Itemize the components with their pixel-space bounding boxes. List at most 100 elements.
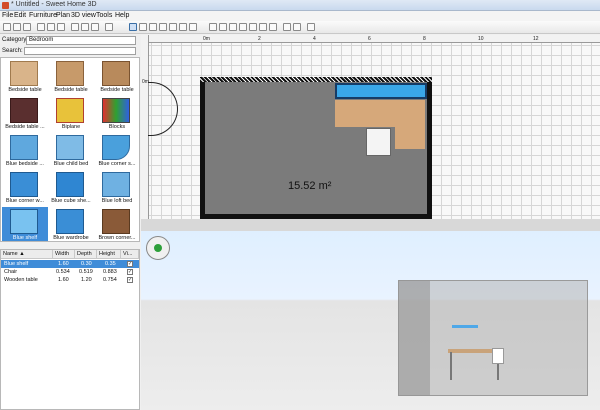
reduce-icon[interactable]	[269, 23, 277, 31]
catalog-item[interactable]: Blue bedside ...	[2, 133, 48, 170]
redo-icon[interactable]	[57, 23, 65, 31]
wooden-table-plan-part[interactable]	[395, 127, 425, 149]
catalog-item[interactable]: Blue cube she...	[48, 170, 94, 207]
column-visible[interactable]: Vi...	[121, 250, 139, 259]
3d-room-side-wall	[398, 280, 430, 396]
menu-edit[interactable]: Edit	[14, 12, 26, 19]
blue-corner-wardrobe-icon	[10, 172, 38, 197]
visible-checkbox[interactable]: ✓	[127, 269, 133, 275]
furniture-catalog: Bedside table Bedside table Bedside tabl…	[0, 57, 140, 242]
catalog-item-selected[interactable]: Blue shelf	[2, 207, 48, 241]
3d-blue-shelf	[452, 325, 478, 328]
catalog-item[interactable]: Bedside table ...	[2, 96, 48, 133]
blocks-icon	[102, 98, 130, 123]
table-row[interactable]: Blue shelf 1.60 0.30 0.35 ✓	[1, 260, 139, 268]
menu-tools[interactable]: Tools	[96, 12, 112, 19]
catalog-item[interactable]: Bedside table	[48, 59, 94, 96]
catalog-item[interactable]: Blue child bed	[48, 133, 94, 170]
navigation-center	[154, 244, 162, 252]
visible-checkbox[interactable]: ✓	[127, 277, 133, 283]
catalog-item[interactable]: Brown corner...	[94, 207, 139, 241]
copy-icon[interactable]	[81, 23, 89, 31]
bedside-table-icon	[10, 98, 38, 123]
delete-icon[interactable]	[105, 23, 113, 31]
catalog-item[interactable]: Blue loft bed	[94, 170, 139, 207]
menu-3dview[interactable]: 3D view	[71, 12, 96, 19]
catalog-item[interactable]: Bedside table	[2, 59, 48, 96]
create-polylines-icon[interactable]	[169, 23, 177, 31]
paste-icon[interactable]	[91, 23, 99, 31]
blue-bedside-icon	[10, 135, 38, 160]
blue-shelf-icon	[10, 209, 38, 234]
chair-plan[interactable]	[366, 128, 391, 156]
brown-corner-icon	[102, 209, 130, 234]
catalog-item[interactable]: Blocks	[94, 96, 139, 133]
furniture-list: Name ▲ Width Depth Height Vi... Blue she…	[0, 249, 140, 410]
enlarge-icon[interactable]	[259, 23, 267, 31]
catalog-item[interactable]: Biplane	[48, 96, 94, 133]
category-label: Category:	[2, 37, 29, 43]
zoom-in-icon[interactable]	[239, 23, 247, 31]
column-name[interactable]: Name ▲	[1, 250, 53, 259]
visible-checkbox[interactable]: ✓	[127, 261, 133, 267]
pan-mode-icon[interactable]	[139, 23, 147, 31]
menu-plan[interactable]: Plan	[56, 12, 70, 19]
menu-help[interactable]: Help	[115, 12, 129, 19]
catalog-item[interactable]: Blue wardrobe	[48, 207, 94, 241]
view-splitter[interactable]	[141, 219, 600, 231]
title-bar: * Untitled - Sweet Home 3D	[0, 0, 600, 11]
select-mode-icon[interactable]	[129, 23, 137, 31]
menu-file[interactable]: File	[2, 12, 13, 19]
category-select[interactable]: Bedroom	[26, 36, 136, 45]
column-height[interactable]: Height	[97, 250, 121, 259]
save-icon[interactable]	[23, 23, 31, 31]
scissors-icon[interactable]	[71, 23, 79, 31]
toolbar	[0, 21, 600, 34]
bedside-table-icon	[102, 61, 130, 86]
open-icon[interactable]	[13, 23, 21, 31]
catalog-item[interactable]: Blue corner s...	[94, 133, 139, 170]
zoom-out-icon[interactable]	[249, 23, 257, 31]
bedside-table-icon	[56, 61, 84, 86]
blue-child-bed-icon	[56, 135, 84, 160]
blue-loft-bed-icon	[102, 172, 130, 197]
window-title: * Untitled - Sweet Home 3D	[11, 1, 97, 8]
menu-bar: File Edit Furniture Plan 3D view Tools H…	[0, 11, 600, 21]
search-input[interactable]	[24, 47, 136, 55]
italic-icon[interactable]	[229, 23, 237, 31]
blue-shelf-plan[interactable]	[335, 83, 427, 99]
create-video-icon[interactable]	[293, 23, 301, 31]
bold-icon[interactable]	[219, 23, 227, 31]
table-row[interactable]: Chair 0.534 0.519 0.883 ✓	[1, 268, 139, 276]
wooden-table-plan[interactable]	[335, 100, 425, 127]
3d-table-leg	[450, 352, 452, 380]
menu-furniture[interactable]: Furniture	[29, 12, 57, 19]
blue-corner-shelf-icon	[102, 135, 130, 160]
category-row: Category: Bedroom	[0, 35, 140, 46]
navigation-arrows-icon[interactable]	[146, 236, 170, 260]
create-walls-icon[interactable]	[149, 23, 157, 31]
create-rooms-icon[interactable]	[159, 23, 167, 31]
blue-wardrobe-icon	[56, 209, 84, 234]
create-dimensions-icon[interactable]	[179, 23, 187, 31]
3d-chair	[492, 348, 504, 364]
room-area-label: 15.52 m²	[288, 180, 332, 192]
cut-icon[interactable]	[37, 23, 45, 31]
blue-cube-shelf-icon	[56, 172, 84, 197]
new-icon[interactable]	[3, 23, 11, 31]
catalog-item[interactable]: Blue corner w...	[2, 170, 48, 207]
biplane-icon	[56, 98, 84, 123]
text-style-icon[interactable]	[209, 23, 217, 31]
help-icon[interactable]	[307, 23, 315, 31]
undo-icon[interactable]	[47, 23, 55, 31]
column-depth[interactable]: Depth	[75, 250, 97, 259]
search-row: Search:	[0, 46, 140, 56]
wall[interactable]	[200, 77, 432, 82]
column-width[interactable]: Width	[53, 250, 75, 259]
table-row[interactable]: Wooden table 1.60 1.20 0.754 ✓	[1, 276, 139, 284]
top-ruler: 0m 2 4 6 8 10 12	[141, 35, 600, 43]
bedside-table-icon	[10, 61, 38, 86]
create-photo-icon[interactable]	[283, 23, 291, 31]
catalog-item[interactable]: Bedside table	[94, 59, 139, 96]
add-text-icon[interactable]	[189, 23, 197, 31]
